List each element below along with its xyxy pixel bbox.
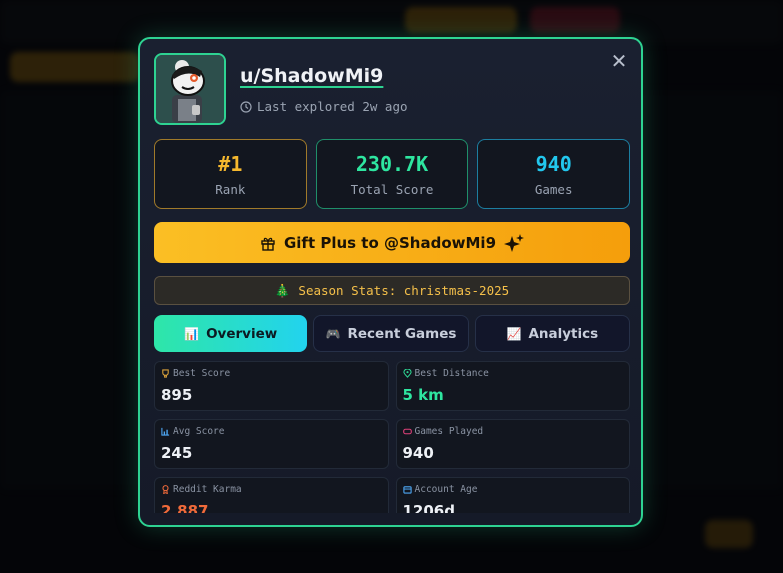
gift-plus-button[interactable]: Gift Plus to @ShadowMi9 [154,222,630,263]
metric-label: Games Played [414,426,484,437]
bar-chart-icon: 📊 [184,326,200,341]
metric-value: 245 [161,444,193,462]
close-button[interactable]: ✕ [609,51,629,71]
stat-card-rank: #1 Rank [154,139,307,209]
stats-row: #1 Rank 230.7K Total Score 940 Games [154,139,631,209]
trend-icon: 📈 [506,326,522,341]
tab-analytics[interactable]: 📈 Analytics [474,315,630,352]
last-explored: Last explored 2w ago [240,99,408,114]
season-label: Season Stats: christmas-2025 [298,283,510,298]
stat-card-total-score: 230.7K Total Score [315,139,469,209]
gift-button-label: Gift Plus to @ShadowMi9 [283,233,497,252]
sparkle-icon [504,233,525,252]
stat-label: Total Score [350,181,434,197]
stat-card-games: 940 Games [477,139,631,209]
metric-reddit-karma: Reddit Karma 2,887 [154,477,389,513]
metric-label: Avg Score [173,426,225,437]
award-icon [162,485,169,494]
metric-value: 895 [161,386,193,404]
metric-value: 940 [402,444,434,462]
stat-label: Rank [215,181,246,197]
metric-avg-score: Avg Score 245 [154,419,389,469]
stat-label: Games [534,181,573,197]
tab-recent-games[interactable]: 🎮 Recent Games [313,315,469,352]
gift-icon [261,237,275,251]
username-link[interactable]: u/ShadowMi9 [240,65,383,87]
gamepad-icon [402,428,412,435]
metrics-grid: Best Score 895 Best Distance 5 km Avg Sc… [154,361,630,513]
avatar [154,53,226,125]
gamepad-icon: 🎮 [325,326,341,341]
tab-bar: 📊 Overview 🎮 Recent Games 📈 Analytics [154,315,630,352]
stat-value: 940 [535,151,572,176]
trophy-icon [162,369,169,378]
metric-account-age: Account Age 1206d [395,477,630,513]
metric-games-played: Games Played 940 [395,419,630,469]
tab-label: Overview [206,325,278,342]
metric-label: Account Age [414,484,478,495]
tab-label: Analytics [528,325,599,342]
metric-best-score: Best Score 895 [154,361,389,411]
last-explored-text: Last explored 2w ago [257,99,408,114]
clock-icon [240,100,252,113]
season-stats-banner: 🎄 Season Stats: christmas-2025 [154,276,630,305]
metric-best-distance: Best Distance 5 km [395,361,630,411]
bar-chart-icon [161,427,170,436]
calendar-icon [402,486,412,494]
tab-overview[interactable]: 📊 Overview [154,315,308,352]
stat-value: 230.7K [355,151,429,176]
metric-value: 5 km [402,386,444,404]
metric-label: Best Distance [414,368,489,379]
snoo-avatar-icon [156,55,224,123]
stat-value: #1 [218,151,243,176]
pin-icon [402,369,412,378]
metric-label: Best Score [173,368,231,379]
metric-value: 2,887 [161,502,209,513]
metric-value: 1206d [402,502,456,513]
tab-label: Recent Games [347,325,457,342]
metric-label: Reddit Karma [173,484,242,495]
profile-modal: ✕ u/ShadowMi9 Last explored 2w ago #1 Ra… [138,37,643,527]
tree-icon: 🎄 [274,282,291,298]
